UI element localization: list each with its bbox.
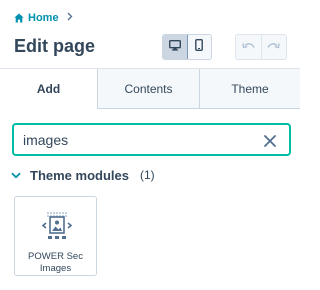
tab-contents[interactable]: Contents (98, 69, 200, 109)
desktop-icon (168, 38, 181, 56)
drag-handle-icon[interactable] (47, 204, 67, 217)
breadcrumb-home-link[interactable]: Home (28, 12, 59, 24)
home-icon[interactable] (14, 13, 24, 23)
image-module-icon (41, 215, 73, 245)
search-input[interactable] (23, 131, 243, 148)
theme-modules-section-toggle[interactable]: Theme modules (1) (11, 166, 155, 184)
tab-add[interactable]: Add (0, 69, 98, 109)
page-title: Edit page (14, 36, 96, 56)
undo-icon (242, 38, 255, 56)
section-title: Theme modules (30, 167, 129, 183)
module-label: POWER Sec Images (15, 251, 96, 275)
module-search (12, 123, 291, 156)
undo-button[interactable] (236, 35, 261, 59)
mobile-preview-button[interactable] (187, 35, 211, 59)
mobile-icon (195, 38, 204, 56)
sidebar-tabs: Add Contents Theme (0, 68, 300, 109)
tab-theme[interactable]: Theme (200, 69, 300, 109)
redo-icon (267, 38, 280, 56)
history-controls (235, 34, 287, 60)
desktop-preview-button[interactable] (163, 35, 188, 59)
module-card-power-sec-images[interactable]: POWER Sec Images (14, 196, 97, 276)
clear-search-icon[interactable] (264, 134, 276, 147)
chevron-right-icon (67, 12, 73, 24)
breadcrumb: Home (14, 10, 73, 26)
redo-button[interactable] (260, 35, 287, 59)
device-preview-toggle (162, 34, 212, 60)
module-label-line-1: POWER Sec (28, 251, 83, 262)
section-count: (1) (139, 168, 155, 182)
chevron-down-icon (11, 166, 21, 184)
module-label-line-2: Images (39, 263, 72, 274)
